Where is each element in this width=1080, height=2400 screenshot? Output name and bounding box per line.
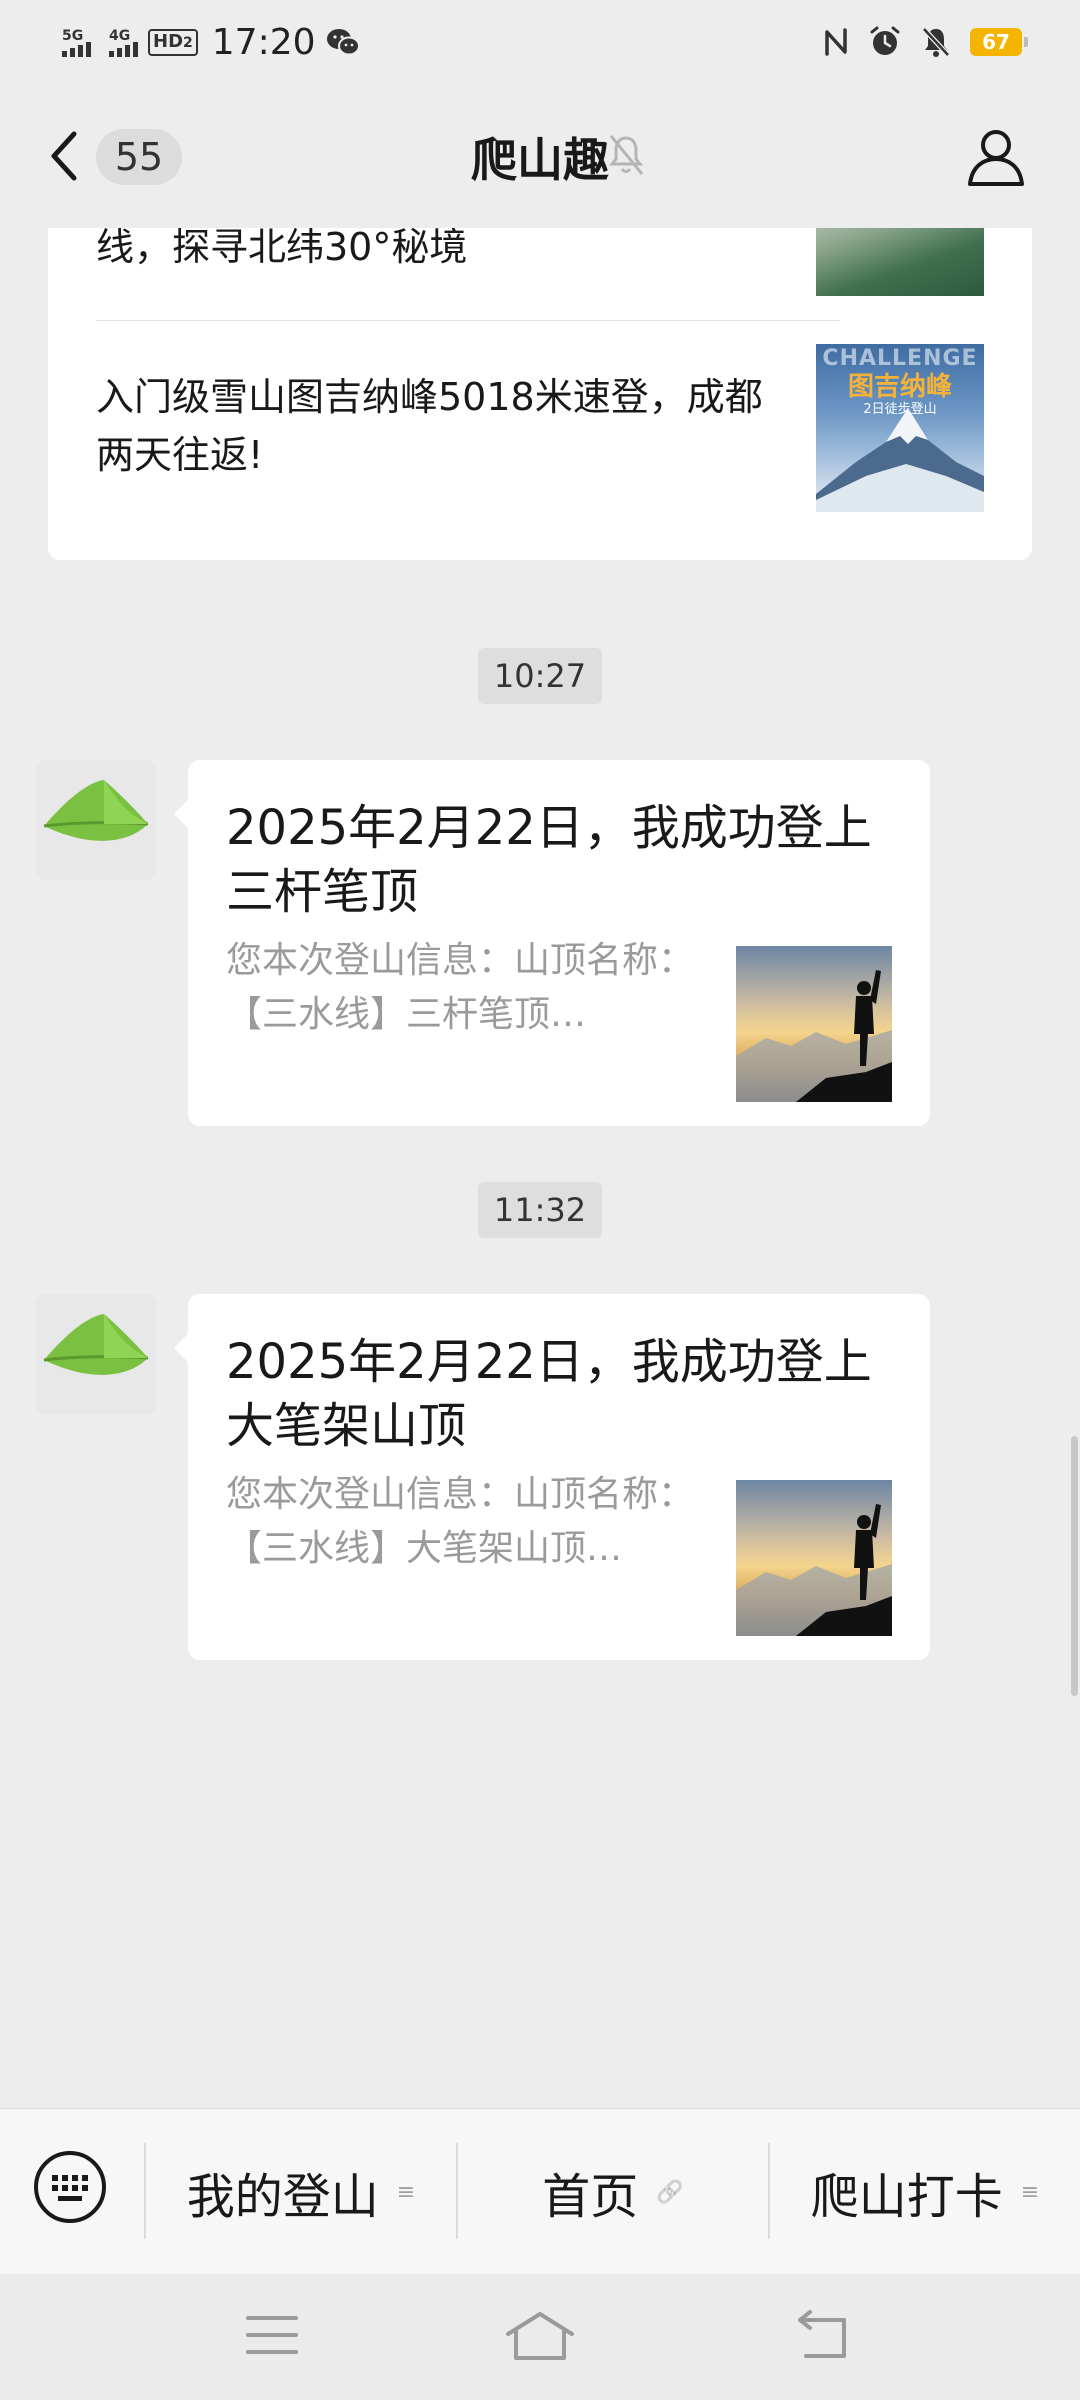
menu-label: 爬山打卡 [810, 2169, 1003, 2225]
keyboard-icon[interactable] [32, 2149, 108, 2225]
menu-label: 首页 [542, 2169, 639, 2225]
back-nav-icon[interactable] [794, 2310, 854, 2364]
bottom-menu: 我的登山 ≡ 首页 🔗 爬山打卡 ≡ [0, 2108, 1080, 2275]
wechat-icon [326, 29, 360, 56]
mute-bell-icon [608, 135, 644, 175]
message-description: 您本次登山信息：山顶名称：【三水线】大笔架山顶… [226, 1474, 695, 1569]
timestamp: 11:32 [478, 1182, 602, 1238]
message-title: 2025年2月22日，我成功登上三杆笔顶 [226, 800, 872, 920]
article-title-2[interactable]: 入门级雪山图吉纳峰5018米速登，成都两天往返! [96, 368, 796, 484]
hd-label: HD [153, 30, 184, 52]
message-thumbnail [736, 1480, 892, 1636]
system-navigation-bar [0, 2274, 1080, 2400]
signal-5g-label: 5G [62, 27, 84, 44]
recent-apps-icon[interactable] [244, 2310, 300, 2360]
menu-list-icon: ≡ [1020, 2179, 1040, 2205]
timestamp: 10:27 [478, 648, 602, 704]
menu-item-my-climbs[interactable]: 我的登山 ≡ [146, 2109, 456, 2275]
avatar[interactable] [36, 760, 156, 880]
menu-item-home[interactable]: 首页 🔗 [458, 2109, 768, 2275]
message-card[interactable]: 2025年2月22日，我成功登上三杆笔顶 您本次登山信息：山顶名称：【三水线】三… [174, 760, 930, 1126]
home-icon[interactable] [504, 2310, 576, 2364]
article-thumbnail-2[interactable]: CHALLENGE 图吉纳峰 2日徒步登山 [816, 344, 984, 512]
hd-voice-icon: HD2 [148, 28, 198, 56]
battery-level: 67 [982, 30, 1010, 54]
scrollbar[interactable] [1071, 1436, 1078, 1696]
battery-icon: 67 [970, 28, 1028, 56]
profile-icon[interactable] [966, 126, 1026, 188]
nfc-icon [825, 28, 847, 56]
menu-label: 我的登山 [186, 2169, 379, 2225]
avatar[interactable] [36, 1294, 156, 1414]
message-thumbnail [736, 946, 892, 1102]
link-icon: 🔗 [656, 2179, 684, 2205]
message-title: 2025年2月22日，我成功登上大笔架山顶 [226, 1334, 872, 1454]
clock: 17:20 [211, 21, 316, 63]
menu-list-icon: ≡ [396, 2179, 416, 2205]
signal-5g-icon: 5G [62, 28, 91, 57]
hd-sub: 2 [183, 34, 193, 51]
signal-4g-label: 4G [109, 27, 131, 44]
thumb-subtitle: 2日徒步登山 [863, 402, 937, 417]
summit-climber-icon [736, 1504, 892, 1636]
signal-4g-icon: 4G [109, 28, 138, 57]
leaf-icon [43, 780, 149, 841]
menu-item-checkin[interactable]: 爬山打卡 ≡ [770, 2109, 1080, 2275]
summit-climber-icon [736, 970, 892, 1102]
message-description: 您本次登山信息：山顶名称：【三水线】三杆笔顶… [226, 940, 695, 1035]
chat-header: 55 爬山趣 [0, 84, 1080, 228]
bell-off-icon [922, 27, 950, 57]
message-card[interactable]: 2025年2月22日，我成功登上大笔架山顶 您本次登山信息：山顶名称：【三水线】… [174, 1294, 930, 1660]
divider [96, 320, 840, 321]
status-bar: 5G 4G HD2 17:20 67 [0, 0, 1080, 84]
leaf-icon [43, 1314, 149, 1375]
chat-title: 爬山趣 [471, 133, 609, 187]
alarm-icon [870, 26, 900, 55]
